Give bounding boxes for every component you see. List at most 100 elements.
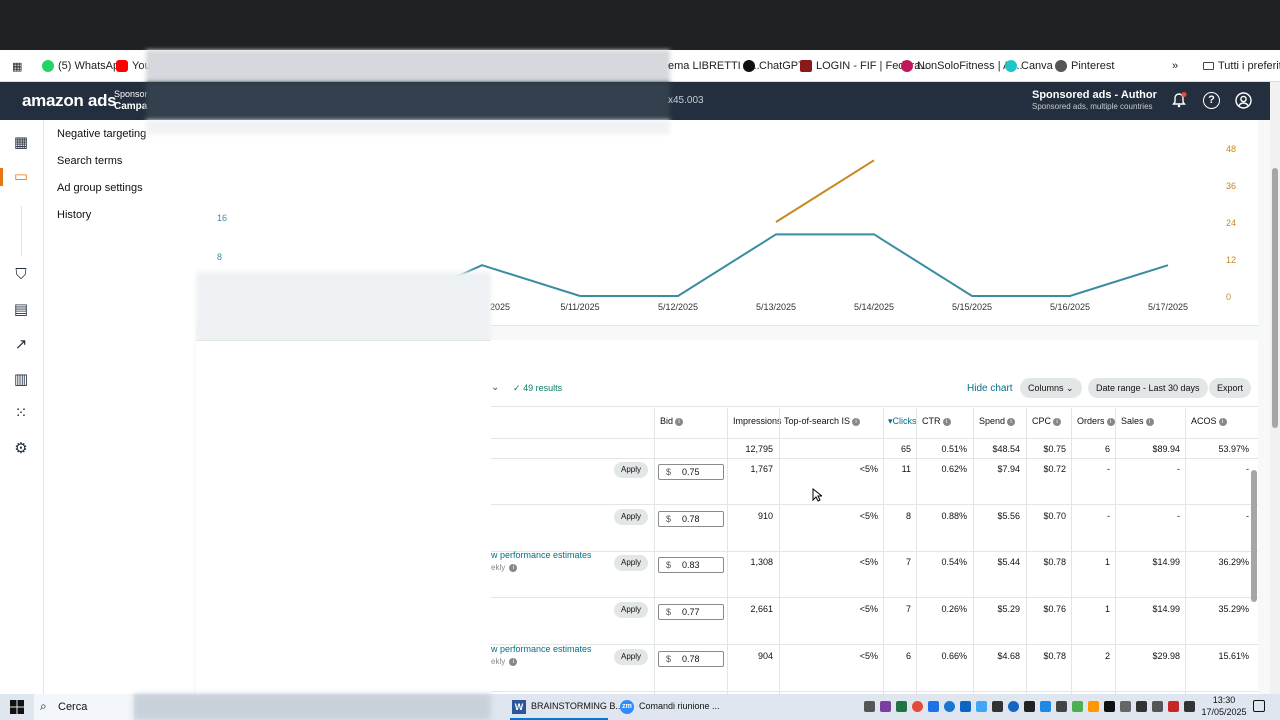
bookmark-chatgpt[interactable]: ChatGPT (743, 50, 805, 82)
apply-bid-button[interactable]: Apply (614, 602, 648, 618)
keyboard-icon[interactable] (1136, 701, 1147, 712)
trend-line-icon[interactable]: ↗ (12, 336, 30, 354)
amazon-ads-logo[interactable]: amazon ads (22, 91, 117, 111)
onenote-icon[interactable] (880, 701, 891, 712)
tray-icon[interactable] (928, 701, 939, 712)
info-icon[interactable]: i (509, 563, 518, 572)
scrollbar-thumb[interactable] (1272, 168, 1278, 428)
bookmark-pinterest[interactable]: Pinterest (1055, 50, 1114, 82)
page-scrollbar[interactable] (1270, 82, 1280, 694)
volume-icon[interactable] (1184, 701, 1195, 712)
info-icon[interactable]: i (1007, 417, 1016, 426)
info-icon[interactable]: i (509, 657, 518, 666)
hide-chart-link[interactable]: Hide chart (967, 383, 1013, 394)
excel-icon[interactable] (896, 701, 907, 712)
apps-icon[interactable]: ⁙ (12, 405, 30, 423)
view-performance-estimates-link[interactable]: w performance estimates (491, 644, 592, 654)
export-button[interactable]: Export (1209, 378, 1252, 398)
tray-icon[interactable] (1072, 701, 1083, 712)
taskbar-date[interactable]: 17/05/2025 (1200, 707, 1248, 717)
settings-gear-icon[interactable]: ⚙ (12, 440, 30, 458)
wifi-icon[interactable] (1152, 701, 1163, 712)
bid-input[interactable]: $0.83 (658, 557, 724, 573)
info-icon[interactable]: i (852, 417, 861, 426)
column-header-spend[interactable]: Spend i (979, 416, 1016, 426)
tray-icon[interactable] (1120, 701, 1131, 712)
subnav-history[interactable]: History (57, 209, 91, 221)
view-performance-estimates-link[interactable]: w performance estimates (491, 550, 592, 560)
column-header-sales[interactable]: Sales i (1121, 416, 1154, 426)
column-header-bid[interactable]: Bid i (660, 416, 684, 426)
zoom-tray-icon[interactable] (944, 701, 955, 712)
taskbar-app-zoom[interactable]: zm Comandi riunione ... (618, 694, 720, 720)
apply-bid-button[interactable]: Apply (614, 509, 648, 525)
dashboard-icon[interactable]: ▦ (12, 134, 30, 152)
all-bookmarks-folder[interactable]: Tutti i preferiti (1203, 50, 1280, 82)
tray-icon[interactable] (1104, 701, 1115, 712)
column-header-impressions[interactable]: Impressions (733, 416, 782, 426)
breadcrumb-top[interactable]: Sponsor (114, 89, 148, 99)
bid-input[interactable]: $0.77 (658, 604, 724, 620)
apply-bid-button[interactable]: Apply (614, 649, 648, 665)
info-icon[interactable]: i (942, 417, 951, 426)
tray-icon[interactable] (1056, 701, 1067, 712)
subnav-negative-targeting[interactable]: Negative targeting (57, 128, 146, 140)
column-header-orders[interactable]: Orders i (1077, 416, 1115, 426)
globe-icon (1055, 60, 1067, 72)
taskbar-time[interactable]: 13:30 (1206, 695, 1242, 705)
date-range-button[interactable]: Date range - Last 30 days (1088, 378, 1208, 398)
taskbar-app-word[interactable]: W BRAINSTORMING B... (510, 694, 623, 720)
windows-start-icon[interactable] (10, 700, 24, 714)
shield-icon[interactable]: ⛉ (12, 266, 30, 284)
tray-icon[interactable] (976, 701, 987, 712)
column-header-ctr[interactable]: CTR i (922, 416, 951, 426)
columns-button[interactable]: Columns ⌄ (1020, 378, 1082, 398)
table-scrollbar-thumb[interactable] (1251, 470, 1257, 602)
bid-input[interactable]: $0.75 (658, 464, 724, 480)
header-mid-text: x45.003 (668, 95, 704, 106)
tray-icon[interactable] (864, 701, 875, 712)
tray-icon[interactable] (992, 701, 1003, 712)
tray-icon[interactable] (960, 701, 971, 712)
microphone-icon[interactable] (1024, 701, 1035, 712)
bid-input[interactable]: $0.78 (658, 651, 724, 667)
account-user-icon[interactable] (1235, 92, 1252, 109)
bluetooth-icon[interactable] (1008, 701, 1019, 712)
info-icon[interactable]: i (1106, 417, 1115, 426)
media-library-icon[interactable]: ▤ (12, 301, 30, 319)
apps-grid-icon[interactable]: ▦ (12, 50, 22, 82)
column-header-top-of-search[interactable]: Top-of-search IS i (784, 416, 861, 426)
column-header-clicks[interactable]: ▾Clicks (888, 416, 917, 427)
column-header-cpc[interactable]: CPC i (1032, 416, 1062, 426)
tray-icon[interactable] (1040, 701, 1051, 712)
bookmark-canva[interactable]: Canva (1005, 50, 1053, 82)
total-cpc: $0.75 (1043, 444, 1066, 454)
taskbar-search-box[interactable]: ⌕ Cerca (34, 694, 134, 720)
bookmark-whatsapp[interactable]: (5) WhatsApp (42, 50, 125, 82)
bar-chart-icon[interactable]: ▥ (12, 371, 30, 389)
chevron-down-icon[interactable]: ⌄ (491, 382, 499, 393)
subnav-search-terms[interactable]: Search terms (57, 155, 122, 167)
chrome-icon[interactable] (912, 701, 923, 712)
subnav-ad-group-settings[interactable]: Ad group settings (57, 182, 143, 194)
info-icon[interactable]: i (1218, 417, 1227, 426)
info-icon[interactable]: i (1145, 417, 1154, 426)
info-icon[interactable]: i (1053, 417, 1062, 426)
tray-icon[interactable] (1088, 701, 1099, 712)
column-header-acos[interactable]: ACOS i (1191, 416, 1227, 426)
estimate-frequency: ekly i (491, 657, 518, 666)
apply-bid-button[interactable]: Apply (614, 462, 648, 478)
youtube-icon (116, 60, 128, 72)
row-divider (491, 691, 1258, 692)
bookmarks-more-button[interactable]: » (1172, 50, 1178, 82)
campaigns-icon[interactable]: ▭ (12, 168, 30, 186)
notification-center-icon[interactable] (1253, 700, 1265, 712)
apply-bid-button[interactable]: Apply (614, 555, 648, 571)
breadcrumb-campaign[interactable]: Campa (114, 101, 147, 112)
account-title[interactable]: Sponsored ads - Author (1032, 89, 1157, 101)
bid-input[interactable]: $0.78 (658, 511, 724, 527)
tray-icon[interactable] (1168, 701, 1179, 712)
help-icon[interactable]: ? (1203, 92, 1220, 109)
info-icon[interactable]: i (675, 417, 684, 426)
notifications-bell-icon[interactable] (1171, 92, 1187, 108)
